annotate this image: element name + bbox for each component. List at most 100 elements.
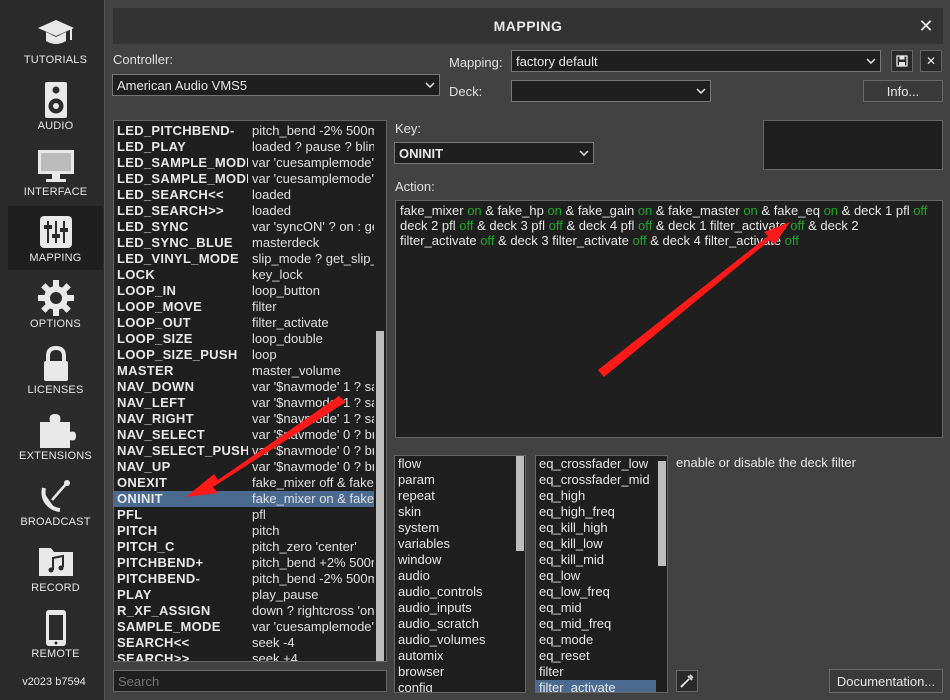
table-row[interactable]: LED_SYNC var 'syncON' ? on : get_sync: [114, 219, 376, 235]
table-row[interactable]: SAMPLE_MODE var 'cuesamplemode': [114, 619, 376, 635]
list-item[interactable]: audio: [395, 568, 514, 584]
table-row[interactable]: NAV_SELECT_PUSH var '$navmode' 0 ? browse…: [114, 443, 376, 459]
list-item[interactable]: eq_crossfader_low: [536, 456, 656, 472]
table-row[interactable]: LOOP_IN loop_button: [114, 283, 376, 299]
list-item[interactable]: eq_kill_high: [536, 520, 656, 536]
table-row[interactable]: LOOP_OUT filter_activate: [114, 315, 376, 331]
list-item[interactable]: eq_mid_freq: [536, 616, 656, 632]
table-row[interactable]: LED_SEARCH<< loaded: [114, 187, 376, 203]
controller-select[interactable]: American Audio VMS5: [112, 74, 440, 96]
table-row[interactable]: ONEXIT fake_mixer off & fake_hp: [114, 475, 376, 491]
table-row[interactable]: NAV_RIGHT var '$navmode' 1 ? sample: [114, 411, 376, 427]
table-row[interactable]: NAV_UP var '$navmode' 0 ? browser: [114, 459, 376, 475]
sidebar-item-record[interactable]: RECORD: [8, 536, 103, 600]
sidebar-item-licenses[interactable]: LICENSES: [8, 338, 103, 402]
mapping-select[interactable]: factory default: [511, 50, 881, 72]
list-item[interactable]: filter: [536, 664, 656, 680]
table-row[interactable]: R_XF_ASSIGN down ? rightcross 'on': [114, 603, 376, 619]
key-list[interactable]: SEARCH>> seek +4 SEARCH<< seek -4 SAMPLE_MOD…: [113, 120, 387, 662]
action-editor[interactable]: fake_mixer on & fake_hp on & fake_gain o…: [395, 200, 943, 438]
table-row[interactable]: NAV_DOWN var '$navmode' 1 ? sample: [114, 379, 376, 395]
action-value: on: [743, 203, 758, 218]
category-list[interactable]: config browser automix audio_volumes audio_s…: [394, 455, 526, 693]
list-item[interactable]: eq_high: [536, 488, 656, 504]
list-item[interactable]: filter_activate: [536, 680, 656, 692]
list-item[interactable]: automix: [395, 648, 514, 664]
close-icon[interactable]: ✕: [917, 17, 935, 35]
table-row[interactable]: SEARCH>> seek +4: [114, 651, 376, 662]
key-learn-box[interactable]: [763, 120, 943, 170]
table-row[interactable]: LED_SEARCH>> loaded: [114, 203, 376, 219]
key-name: SEARCH>>: [117, 651, 190, 662]
list-item[interactable]: system: [395, 520, 514, 536]
list-item[interactable]: flow: [395, 456, 514, 472]
list-item[interactable]: eq_mode: [536, 632, 656, 648]
table-row[interactable]: LOOP_MOVE filter: [114, 299, 376, 315]
list-item[interactable]: eq_crossfader_mid: [536, 472, 656, 488]
table-row[interactable]: PITCH pitch: [114, 523, 376, 539]
list-item[interactable]: config: [395, 680, 514, 692]
documentation-button[interactable]: Documentation...: [829, 669, 943, 693]
eyedropper-icon[interactable]: [676, 670, 698, 692]
table-row[interactable]: LED_PITCHBEND-pitch_bend -2% 500ms: [114, 123, 376, 139]
list-item[interactable]: variables: [395, 536, 514, 552]
table-row[interactable]: NAV_LEFT var '$navmode' 1 ? sample: [114, 395, 376, 411]
sidebar-item-tutorials[interactable]: TUTORIALS: [8, 8, 103, 72]
sidebar-item-broadcast[interactable]: BROADCAST: [8, 470, 103, 534]
table-row[interactable]: LED_SAMPLE_MODE var 'cuesamplemode': [114, 155, 376, 171]
verb-scrollbar[interactable]: [657, 456, 667, 692]
sidebar-item-remote[interactable]: REMOTE: [8, 602, 103, 666]
list-item[interactable]: audio_volumes: [395, 632, 514, 648]
list-item[interactable]: window: [395, 552, 514, 568]
key-select[interactable]: ONINIT: [394, 142, 594, 164]
deck-select[interactable]: [511, 80, 711, 102]
table-row[interactable]: LOOP_SIZE loop_double: [114, 331, 376, 347]
table-row[interactable]: PFL pfl: [114, 507, 376, 523]
sidebar-item-options[interactable]: OPTIONS: [8, 272, 103, 336]
table-row[interactable]: LED_SAMPLE_MODE var 'cuesamplemode': [114, 171, 376, 187]
list-item[interactable]: eq_low: [536, 568, 656, 584]
search-input[interactable]: [113, 670, 387, 692]
info-button[interactable]: Info...: [863, 80, 943, 102]
table-row[interactable]: PITCHBEND-pitch_bend -2% 500ms: [114, 571, 376, 587]
list-item[interactable]: eq_low_freq: [536, 584, 656, 600]
list-item[interactable]: audio_scratch: [395, 616, 514, 632]
list-item[interactable]: eq_kill_mid: [536, 552, 656, 568]
category-scrollbar[interactable]: [515, 456, 525, 692]
table-row[interactable]: LED_VINYL_MODE slip_mode ? get_slip_mode: [114, 251, 376, 267]
scrollbar-thumb[interactable]: [516, 456, 524, 551]
table-row[interactable]: MASTER master_volume: [114, 363, 376, 379]
list-item[interactable]: audio_inputs: [395, 600, 514, 616]
table-row[interactable]: PITCHBEND+ pitch_bend +2% 500ms: [114, 555, 376, 571]
list-item[interactable]: audio_controls: [395, 584, 514, 600]
table-row[interactable]: ONINIT fake_mixer on & fake_hp: [114, 491, 376, 507]
save-icon[interactable]: [891, 50, 913, 72]
table-row[interactable]: LOOP_SIZE_PUSH loop: [114, 347, 376, 363]
table-row[interactable]: LOCK key_lock: [114, 267, 376, 283]
table-row[interactable]: LED_PLAY loaded ? pause ? blink: [114, 139, 376, 155]
table-row[interactable]: LED_SYNC_BLUE masterdeck: [114, 235, 376, 251]
verb-list[interactable]: filter_activate filter eq_reset eq_mode eq_m…: [535, 455, 668, 693]
sidebar-item-mapping[interactable]: MAPPING: [8, 206, 103, 270]
key-action: filter_activate: [252, 315, 329, 330]
list-item[interactable]: eq_high_freq: [536, 504, 656, 520]
scrollbar-thumb[interactable]: [376, 331, 384, 661]
list-item[interactable]: eq_reset: [536, 648, 656, 664]
sidebar-item-interface[interactable]: INTERFACE: [8, 140, 103, 204]
delete-mapping-icon[interactable]: ✕: [920, 50, 942, 72]
key-list-scrollbar[interactable]: [374, 121, 386, 661]
action-text: & fake_eq: [757, 203, 824, 218]
sidebar-item-audio[interactable]: AUDIO: [8, 74, 103, 138]
table-row[interactable]: SEARCH<< seek -4: [114, 635, 376, 651]
list-item[interactable]: eq_kill_low: [536, 536, 656, 552]
list-item[interactable]: browser: [395, 664, 514, 680]
list-item[interactable]: param: [395, 472, 514, 488]
list-item[interactable]: repeat: [395, 488, 514, 504]
list-item[interactable]: skin: [395, 504, 514, 520]
table-row[interactable]: PITCH_C pitch_zero 'center': [114, 539, 376, 555]
table-row[interactable]: PLAY play_pause: [114, 587, 376, 603]
list-item[interactable]: eq_mid: [536, 600, 656, 616]
scrollbar-thumb[interactable]: [658, 461, 666, 566]
table-row[interactable]: NAV_SELECT var '$navmode' 0 ? browser: [114, 427, 376, 443]
sidebar-item-extensions[interactable]: EXTENSIONS: [8, 404, 103, 468]
